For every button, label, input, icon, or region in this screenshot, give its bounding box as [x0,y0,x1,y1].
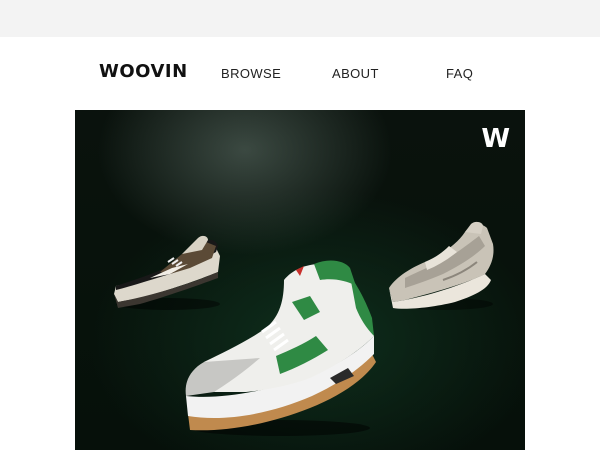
brand-mark: W [481,124,510,154]
nav-browse[interactable]: BROWSE [221,66,281,81]
nav-about[interactable]: ABOUT [332,66,379,81]
hero-banner: W [75,110,525,450]
site-header: WOOVIN BROWSE ABOUT FAQ [0,37,600,110]
top-strip [0,0,600,37]
sneaker-white-green-high-icon [185,260,376,436]
sneaker-grey-runner-icon [389,221,494,310]
logo[interactable]: WOOVIN [99,61,188,82]
nav-faq[interactable]: FAQ [446,66,473,81]
